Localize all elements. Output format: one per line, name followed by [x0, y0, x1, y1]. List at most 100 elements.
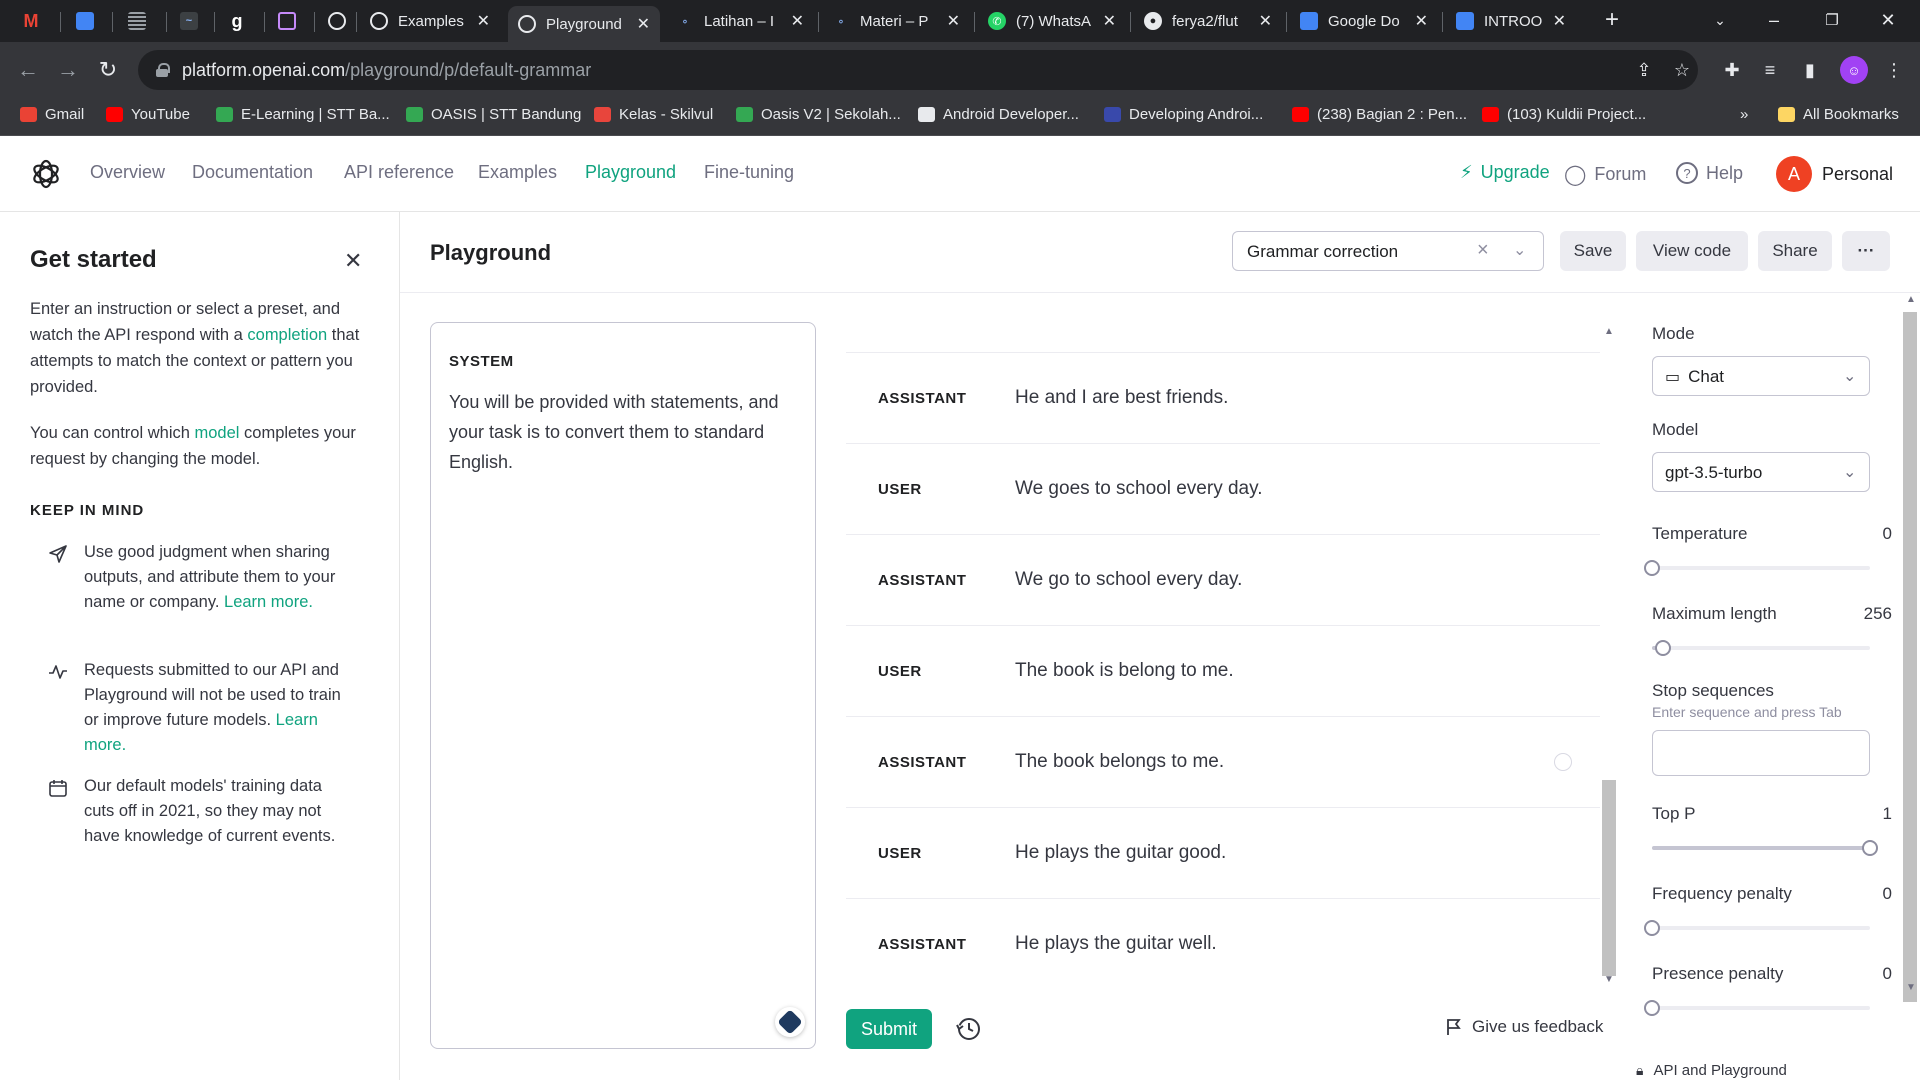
message-content[interactable]: We go to school every day. — [1015, 569, 1242, 591]
tab-stripes[interactable] — [118, 4, 158, 38]
presence-penalty-value[interactable]: 0 — [1860, 964, 1892, 984]
side-panel-icon[interactable]: ▮ — [1796, 56, 1824, 84]
close-tab-icon[interactable]: ✕ — [1553, 11, 1566, 31]
frequency-penalty-value[interactable]: 0 — [1860, 884, 1892, 904]
nav-examples[interactable]: Examples — [478, 162, 557, 183]
profile-avatar[interactable]: ☺ — [1840, 56, 1868, 84]
nav-api-reference[interactable]: API reference — [344, 162, 454, 183]
presence-penalty-slider[interactable] — [1644, 1000, 1870, 1016]
model-link[interactable]: model — [195, 424, 240, 442]
tab-g[interactable]: g — [218, 4, 258, 38]
bookmark-youtube-238[interactable]: (238) Bagian 2 : Pen... — [1292, 106, 1467, 123]
bookmark-skilvul[interactable]: Kelas - Skilvul — [594, 106, 713, 123]
more-bookmarks-button[interactable]: » — [1740, 106, 1748, 123]
tab-materi[interactable]: ∘ Materi – P ✕ — [822, 4, 970, 38]
model-select[interactable]: gpt-3.5-turbo ⌄ — [1652, 452, 1870, 492]
message-content[interactable]: The book is belong to me. — [1015, 660, 1234, 682]
tab-docs[interactable] — [66, 4, 106, 38]
frequency-penalty-slider[interactable] — [1644, 920, 1870, 936]
max-length-slider[interactable] — [1652, 640, 1870, 656]
close-tab-icon[interactable]: ✕ — [947, 11, 960, 31]
slider-knob[interactable] — [1862, 840, 1878, 856]
chat-message[interactable]: USER The book is belong to me. — [846, 625, 1600, 716]
address-bar[interactable]: platform.openai.com/playground/p/default… — [138, 50, 1698, 90]
media-control-icon[interactable]: ≡ — [1756, 56, 1784, 84]
browser-menu-icon[interactable]: ⋮ — [1880, 56, 1908, 84]
new-tab-button[interactable]: + — [1592, 4, 1632, 36]
message-role[interactable]: USER — [878, 481, 922, 498]
upgrade-link[interactable]: ⚡ Upgrade — [1460, 162, 1550, 183]
submit-button[interactable]: Submit — [846, 1009, 932, 1049]
share-button[interactable]: Share — [1758, 231, 1832, 271]
nav-documentation[interactable]: Documentation — [192, 162, 313, 183]
message-content[interactable]: He plays the guitar well. — [1015, 933, 1217, 955]
temperature-slider[interactable] — [1644, 560, 1870, 576]
mode-select[interactable]: ▭ Chat ⌄ — [1652, 356, 1870, 396]
message-role[interactable]: ASSISTANT — [878, 390, 966, 407]
close-tab-icon[interactable]: ✕ — [1415, 11, 1428, 31]
tab-chart[interactable]: ~ — [170, 4, 210, 38]
close-tab-icon[interactable]: ✕ — [1103, 11, 1116, 31]
restore-button[interactable]: ❐ — [1812, 4, 1852, 36]
tab-google-docs[interactable]: Google Do ✕ — [1290, 4, 1438, 38]
message-role[interactable]: ASSISTANT — [878, 754, 966, 771]
help-link[interactable]: ? Help — [1676, 162, 1743, 184]
message-role[interactable]: ASSISTANT — [878, 936, 966, 953]
remove-message-icon[interactable] — [1554, 753, 1572, 771]
clear-preset-icon[interactable]: × — [1477, 239, 1489, 262]
temperature-value[interactable]: 0 — [1860, 524, 1892, 544]
privacy-label[interactable]: API and Playground — [1653, 1062, 1786, 1079]
bookmark-gmail[interactable]: Gmail — [20, 106, 84, 123]
tab-github[interactable]: ● ferya2/flut ✕ — [1134, 4, 1282, 38]
scroll-down-icon[interactable]: ▼ — [1906, 982, 1916, 993]
more-options-button[interactable]: ··· — [1842, 231, 1890, 271]
top-p-value[interactable]: 1 — [1860, 804, 1892, 824]
tab-search-icon[interactable]: ⌄ — [1700, 4, 1740, 36]
extensions-icon[interactable]: ✚ — [1718, 56, 1746, 84]
reload-icon[interactable]: ↻ — [92, 54, 124, 86]
tab-playground[interactable]: Playground ✕ — [508, 6, 660, 42]
bookmark-android-dev[interactable]: Android Developer... — [918, 106, 1079, 123]
completion-link[interactable]: completion — [247, 326, 327, 344]
nav-playground[interactable]: Playground — [585, 162, 676, 183]
forward-icon[interactable]: → — [52, 54, 84, 86]
back-icon[interactable]: ← — [12, 54, 44, 86]
nav-overview[interactable]: Overview — [90, 162, 165, 183]
close-window-button[interactable]: ✕ — [1868, 4, 1908, 36]
message-content[interactable]: The book belongs to me. — [1015, 751, 1224, 773]
bookmark-youtube[interactable]: YouTube — [106, 106, 190, 123]
bookmark-youtube-103[interactable]: (103) Kuldii Project... — [1482, 106, 1646, 123]
tab-whatsapp[interactable]: ✆ (7) WhatsA ✕ — [978, 4, 1126, 38]
system-message-text[interactable]: You will be provided with statements, an… — [449, 387, 799, 477]
scroll-down-icon[interactable]: ▼ — [1604, 974, 1614, 985]
message-role[interactable]: USER — [878, 845, 922, 862]
tab-examples[interactable]: Examples ✕ — [360, 4, 500, 38]
stop-sequences-input[interactable] — [1652, 730, 1870, 776]
slider-knob[interactable] — [1654, 640, 1671, 656]
close-icon[interactable]: ✕ — [344, 248, 362, 274]
chat-message[interactable]: ASSISTANT We go to school every day. — [846, 534, 1600, 625]
slider-knob[interactable] — [1644, 1000, 1660, 1016]
scroll-thumb[interactable] — [1903, 312, 1917, 1002]
tab-gmail[interactable]: M — [12, 4, 52, 38]
scroll-thumb[interactable] — [1602, 780, 1616, 976]
history-icon[interactable] — [956, 1016, 982, 1042]
top-p-slider[interactable] — [1652, 840, 1878, 856]
tab-introop[interactable]: INTROOP ✕ — [1446, 4, 1576, 38]
message-content[interactable]: We goes to school every day. — [1015, 478, 1262, 500]
save-button[interactable]: Save — [1560, 231, 1626, 271]
tab-monitor[interactable] — [268, 4, 308, 38]
account-name[interactable]: Personal — [1822, 164, 1893, 185]
chat-message[interactable]: USER He plays the guitar good. — [846, 807, 1600, 898]
tab-openai[interactable] — [318, 4, 358, 38]
bookmark-elearning[interactable]: E-Learning | STT Ba... — [216, 106, 390, 123]
close-tab-icon[interactable]: ✕ — [477, 11, 490, 31]
chat-message[interactable]: ASSISTANT He plays the guitar well. — [846, 898, 1600, 988]
view-code-button[interactable]: View code — [1636, 231, 1748, 271]
slider-knob[interactable] — [1644, 920, 1660, 936]
forum-link[interactable]: ◯ Forum — [1564, 162, 1646, 187]
settings-scrollbar[interactable]: ▲ ▼ — [1900, 292, 1920, 1002]
preset-select[interactable]: Grammar correction × ⌄ — [1232, 231, 1544, 271]
slider-knob[interactable] — [1644, 560, 1660, 576]
share-page-icon[interactable]: ⇪ — [1630, 56, 1658, 84]
